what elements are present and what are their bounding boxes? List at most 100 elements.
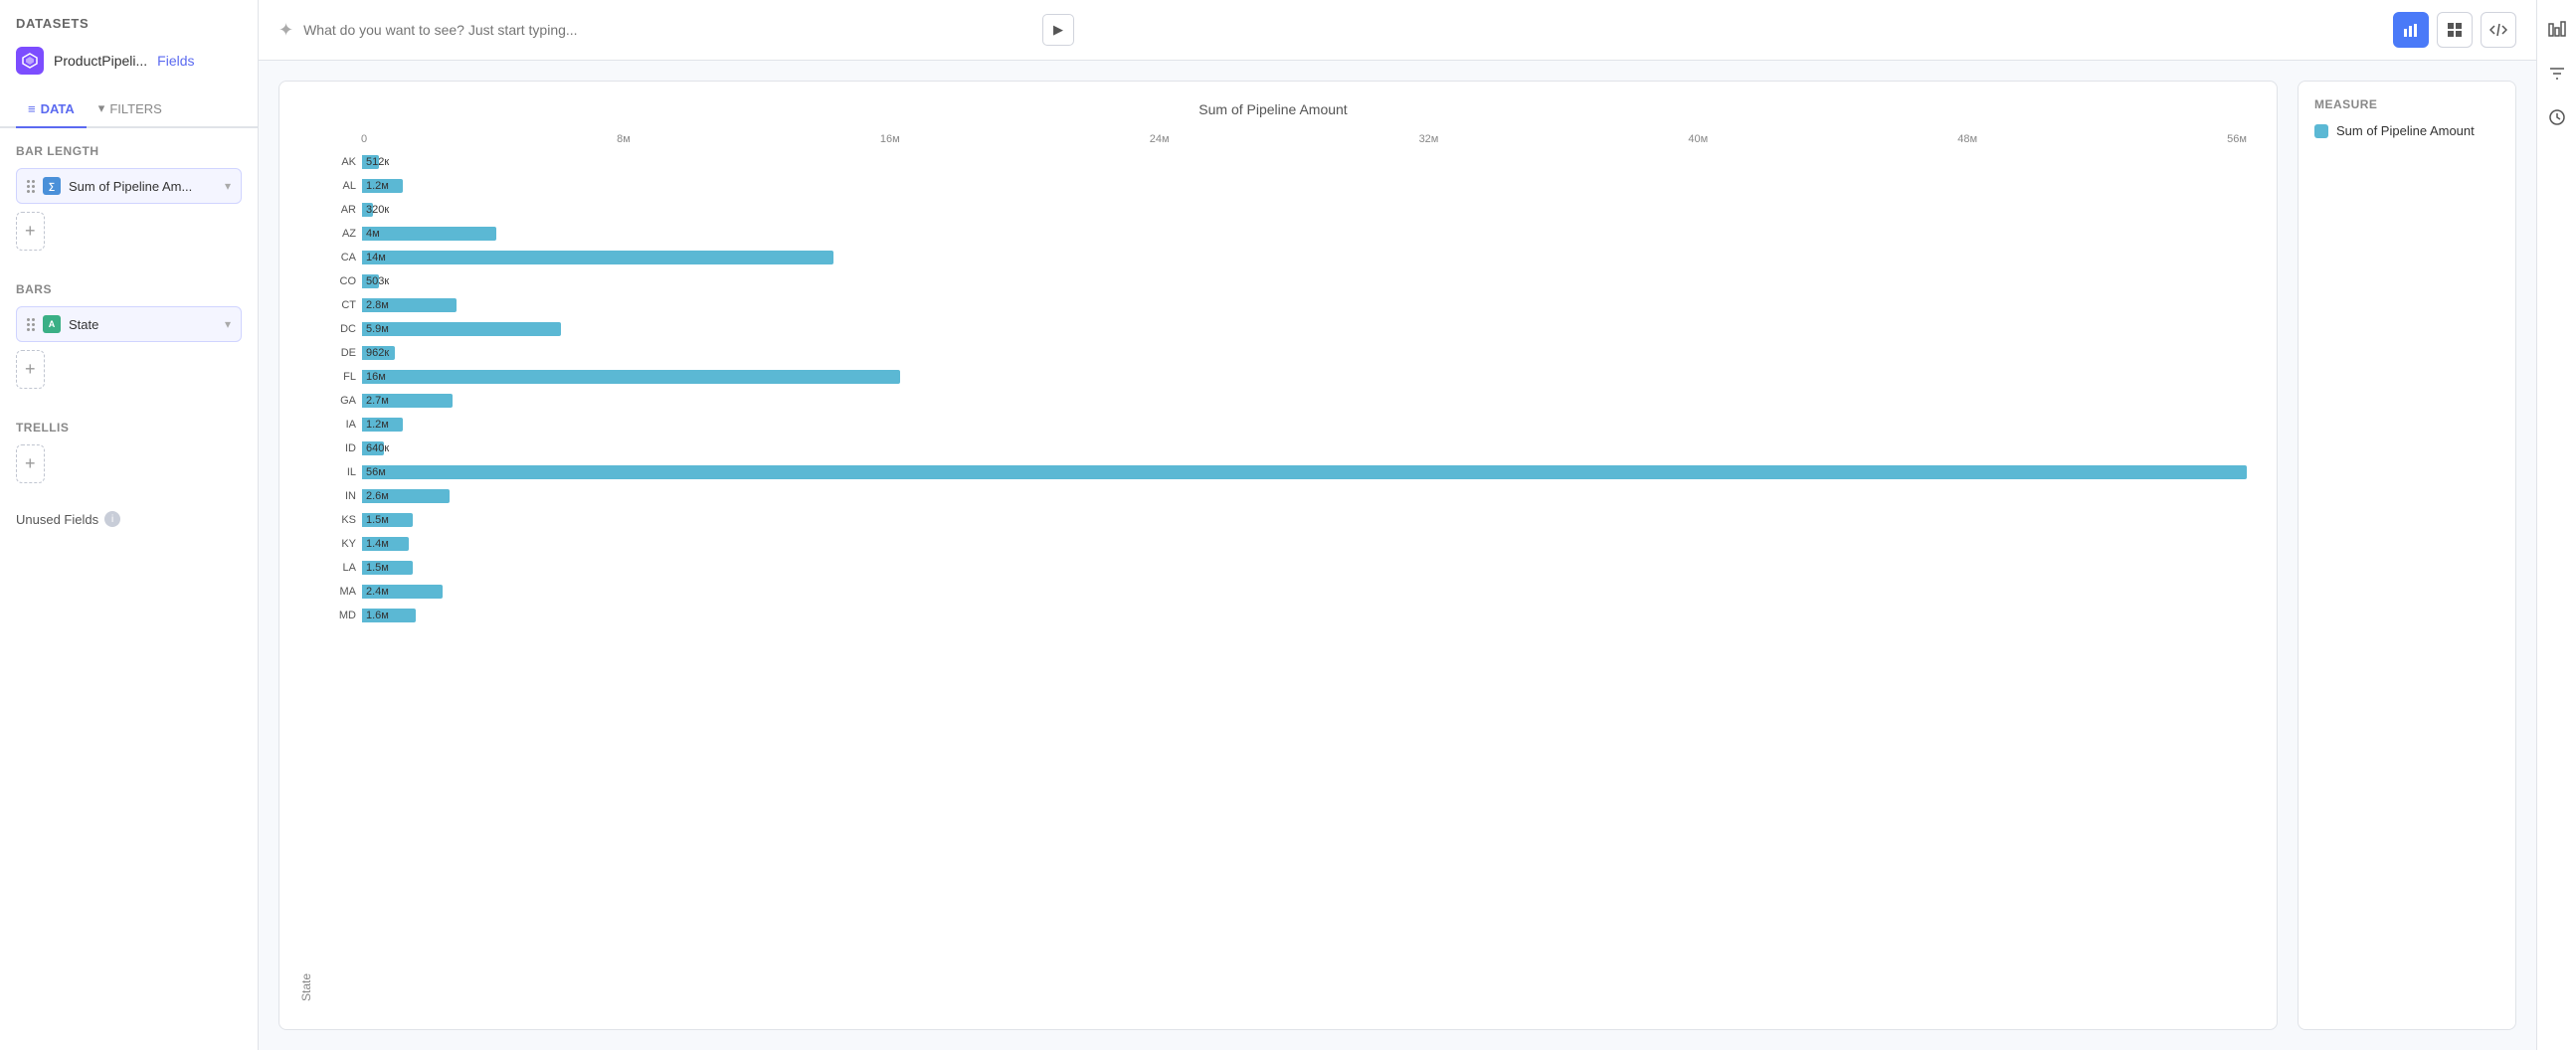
bars-field[interactable]: A State ▾	[16, 306, 242, 342]
x-tick-6: 48м	[1957, 133, 1977, 145]
measure-color-box	[2314, 124, 2328, 138]
bar-label: AZ	[321, 228, 356, 240]
bar-row: KY 1.4м	[321, 533, 2247, 555]
bar-label: KY	[321, 538, 356, 550]
bar-track: 5.9м	[362, 322, 2247, 336]
bar-value: 56м	[366, 466, 386, 478]
bar-value: 640к	[366, 442, 389, 454]
bar-length-title: Bar Length	[16, 144, 242, 158]
bar-fill: 4м	[362, 227, 496, 241]
info-icon[interactable]: i	[104, 511, 120, 527]
search-bar: ✦ ▶	[278, 14, 1074, 46]
bar-fill: 640к	[362, 441, 384, 455]
bar-track: 14м	[362, 251, 2247, 264]
x-tick-4: 32м	[1419, 133, 1439, 145]
trellis-section: Trellis +	[0, 405, 258, 499]
bar-track: 512к	[362, 155, 2247, 169]
x-tick-7: 56м	[2227, 133, 2247, 145]
tab-data[interactable]: ≡ DATA	[16, 90, 87, 128]
bar-track: 56м	[362, 465, 2247, 479]
code-view-button[interactable]	[2481, 12, 2516, 48]
bars-drag-handle[interactable]	[27, 318, 35, 331]
bar-row: CO 503к	[321, 270, 2247, 292]
bar-row: DC 5.9м	[321, 318, 2247, 340]
bar-label: AK	[321, 156, 356, 168]
chart-area: Sum of Pipeline Amount State 0 8м 16м 24…	[259, 61, 2536, 1050]
grid-view-button[interactable]	[2437, 12, 2473, 48]
bar-value: 14м	[366, 252, 386, 263]
bar-track: 2.6м	[362, 489, 2247, 503]
bar-row: AK 512к	[321, 151, 2247, 173]
bar-fill: 16м	[362, 370, 900, 384]
state-chevron-icon: ▾	[225, 317, 231, 331]
bar-fill: 962к	[362, 346, 395, 360]
bar-track: 2.4м	[362, 585, 2247, 599]
fields-link[interactable]: Fields	[157, 53, 194, 69]
play-button[interactable]: ▶	[1042, 14, 1074, 46]
bar-fill: 2.6м	[362, 489, 450, 503]
bar-row: FL 16м	[321, 366, 2247, 388]
info-text: i	[111, 514, 113, 525]
tab-filters-label: FILTERS	[109, 101, 162, 116]
chart-settings-icon[interactable]	[2543, 16, 2571, 44]
bar-track: 962к	[362, 346, 2247, 360]
bar-fill: 1.4м	[362, 537, 409, 551]
bar-row: DE962к	[321, 342, 2247, 364]
bar-fill: 1.2м	[362, 418, 403, 432]
bar-track: 2.8м	[362, 298, 2247, 312]
drag-handle[interactable]	[27, 180, 35, 193]
bar-fill: 503к	[362, 274, 379, 288]
sidebar: Datasets ProductPipeli... Fields ≡ DATA …	[0, 0, 259, 1050]
bar-length-field[interactable]: ∑ Sum of Pipeline Am... ▾	[16, 168, 242, 204]
history-icon[interactable]	[2543, 103, 2571, 131]
x-tick-5: 40м	[1688, 133, 1708, 145]
bar-value: 2.6м	[366, 490, 389, 502]
bar-value: 5.9м	[366, 323, 389, 335]
bar-value: 503к	[366, 275, 389, 287]
filter-tab-icon: ▾	[98, 100, 105, 116]
bar-label: CO	[321, 275, 356, 287]
bar-row: CA14м	[321, 247, 2247, 268]
datasets-label: Datasets	[0, 0, 258, 39]
bar-label: KS	[321, 514, 356, 526]
search-input[interactable]	[303, 22, 1032, 38]
bar-track: 16м	[362, 370, 2247, 384]
bar-value: 1.2м	[366, 180, 389, 192]
add-bars-button[interactable]: +	[16, 350, 45, 389]
bar-row: IA1.2м	[321, 414, 2247, 436]
x-tick-1: 8м	[617, 133, 631, 145]
bar-track: 2.7м	[362, 394, 2247, 408]
bar-track: 1.5м	[362, 513, 2247, 527]
right-rail	[2536, 0, 2576, 1050]
add-bar-length-button[interactable]: +	[16, 212, 45, 251]
bar-label: LA	[321, 562, 356, 574]
add-trellis-button[interactable]: +	[16, 444, 45, 483]
bar-label: MA	[321, 586, 356, 598]
bar-label: FL	[321, 371, 356, 383]
tab-filters[interactable]: ▾ FILTERS	[87, 90, 174, 128]
bar-track: 503к	[362, 274, 2247, 288]
main-content: ✦ ▶ Sum of	[259, 0, 2536, 1050]
bar-row: MD 1.6м	[321, 605, 2247, 626]
bar-chart-view-button[interactable]	[2393, 12, 2429, 48]
chart-inner: State 0 8м 16м 24м 32м 40м 48м 56м AK 512…	[299, 133, 2247, 1001]
bar-fill: 1.5м	[362, 561, 413, 575]
bar-row: IN2.6м	[321, 485, 2247, 507]
bar-track: 1.6м	[362, 609, 2247, 622]
bar-label: ID	[321, 442, 356, 454]
filter-icon[interactable]	[2543, 60, 2571, 88]
bar-track: 1.5м	[362, 561, 2247, 575]
bar-fill: 5.9м	[362, 322, 561, 336]
bar-length-section: Bar Length ∑ Sum of Pipeline Am... ▾ +	[0, 128, 258, 266]
bar-fill: 14м	[362, 251, 833, 264]
bar-length-label: Sum of Pipeline Am...	[69, 179, 192, 194]
measure-item: Sum of Pipeline Amount	[2314, 123, 2499, 138]
y-axis-label: State	[299, 133, 313, 1001]
bar-label: AR	[321, 204, 356, 216]
x-axis-ticks: 0 8м 16м 24м 32м 40м 48м 56м	[321, 133, 2247, 145]
bar-row: CT 2.8м	[321, 294, 2247, 316]
bar-label: DC	[321, 323, 356, 335]
bar-label: CT	[321, 299, 356, 311]
bar-label: MD	[321, 610, 356, 621]
bar-row: AL1.2м	[321, 175, 2247, 197]
